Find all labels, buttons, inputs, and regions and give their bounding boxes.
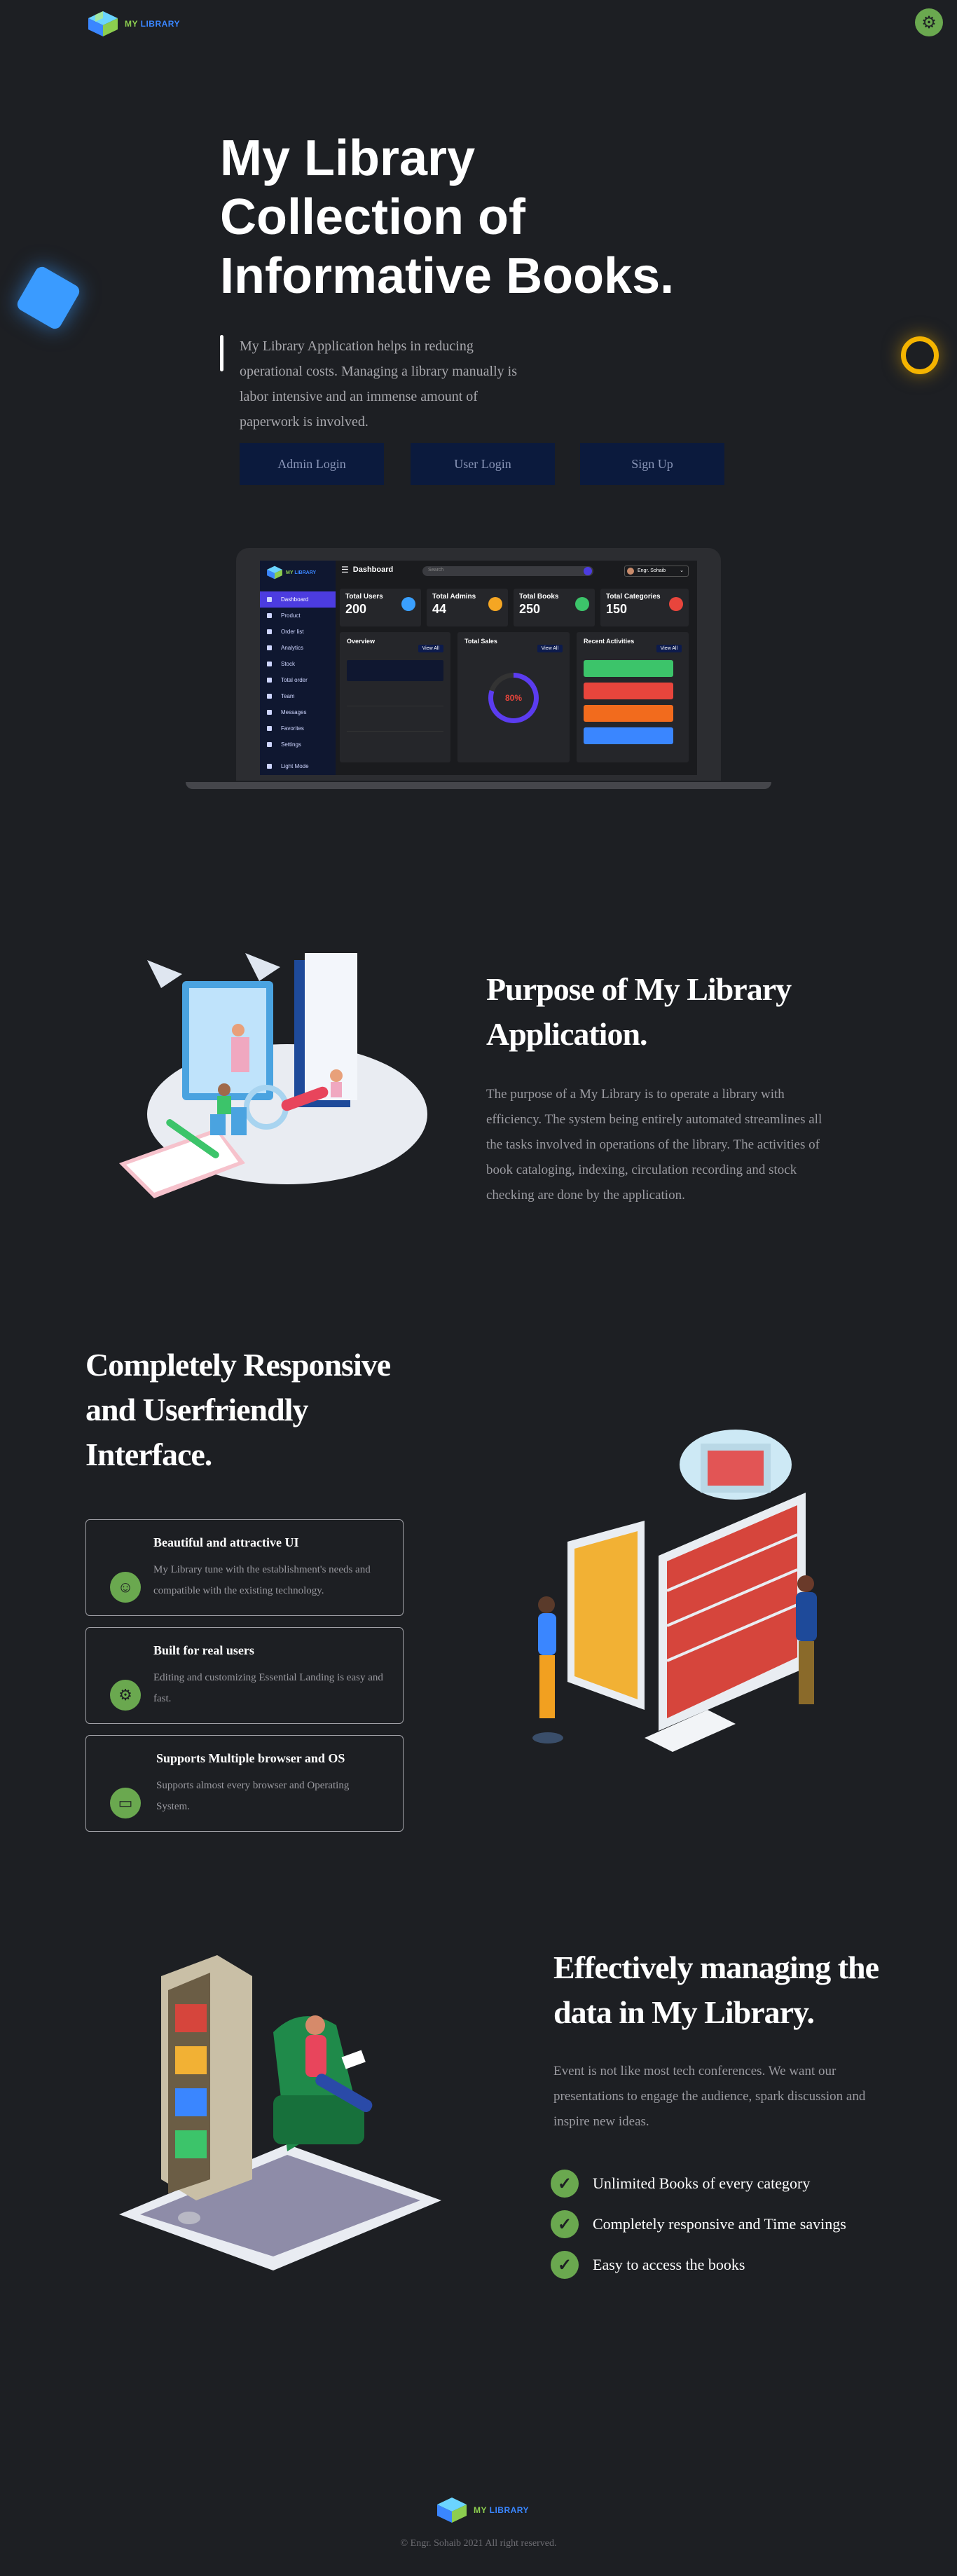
dashboard-user-chip[interactable]: Engr. Sohaib ⌄	[624, 566, 689, 577]
logo-cube-icon	[437, 2498, 467, 2523]
logo-cube-icon	[88, 11, 118, 36]
dashboard-user-name: Engr. Sohaib	[638, 568, 666, 573]
check-label: Completely responsive and Time savings	[593, 2215, 846, 2233]
hero-accent-bar	[220, 335, 223, 371]
dashboard-nav-favorites[interactable]: Favorites	[260, 720, 336, 737]
dashboard-nav-team[interactable]: Team	[260, 688, 336, 704]
reading-chair-illustration	[119, 1955, 441, 2270]
dashboard-logo-text: MY LIBRARY	[286, 570, 317, 575]
smile-icon: ☺	[110, 1572, 141, 1603]
menu-icon[interactable]: ☰	[341, 565, 349, 575]
digital-bookshelf-illustration	[532, 1430, 817, 1752]
footer-logo[interactable]: MY LIBRARY	[434, 2496, 529, 2524]
feature-card-multi-browser: ▭ Supports Multiple browser and OS Suppo…	[85, 1735, 404, 1832]
stat-card-admins: Total Admins 44	[427, 589, 508, 626]
books-icon	[575, 597, 589, 611]
check-item: ✓ Completely responsive and Time savings	[551, 2210, 846, 2238]
purpose-title: Purpose of My Library Application.	[486, 971, 792, 1052]
purpose-description: The purpose of a My Library is to operat…	[486, 1087, 822, 1203]
activity-item	[584, 705, 673, 722]
feature-title: Beautiful and attractive UI	[153, 1535, 299, 1549]
dashboard-title: Dashboard	[352, 566, 394, 574]
categories-icon	[669, 597, 683, 611]
search-placeholder: Search	[428, 568, 444, 573]
feature-card-beautiful-ui: ☺ Beautiful and attractive UI My Library…	[85, 1519, 404, 1616]
header-logo[interactable]: MY LIBRARY	[85, 10, 180, 38]
dashboard-nav-light-mode[interactable]: Light Mode	[260, 758, 336, 774]
feature-card-real-users: ⚙ Built for real users Editing and custo…	[85, 1627, 404, 1724]
avatar	[627, 568, 634, 575]
overview-view-all-button[interactable]: View All	[418, 645, 443, 652]
managing-description: Event is not like most tech conferences.…	[553, 2064, 866, 2129]
admin-login-button[interactable]: Admin Login	[240, 443, 384, 485]
search-icon	[584, 567, 592, 575]
footer-copyright: © Engr. Sohaib 2021 All right reserved.	[400, 2538, 557, 2549]
dashboard-nav-settings[interactable]: Settings	[260, 737, 336, 753]
feature-description: Supports almost every browser and Operat…	[156, 1780, 350, 1812]
logo-cube-icon	[267, 566, 282, 580]
check-icon: ✓	[551, 2170, 579, 2198]
admins-icon	[488, 597, 502, 611]
gear-icon: ⚙	[921, 13, 937, 32]
overview-panel: Overview View All	[340, 632, 450, 762]
dashboard-nav-product[interactable]: Product	[260, 608, 336, 624]
feature-title: Supports Multiple browser and OS	[156, 1751, 345, 1765]
managing-title: Effectively managing the data in My Libr…	[553, 1950, 879, 2030]
activity-item	[584, 683, 673, 699]
responsive-title: Completely Responsive and Userfriendly I…	[85, 1347, 391, 1472]
users-icon	[401, 597, 415, 611]
dashboard-nav-order-list[interactable]: Order list	[260, 624, 336, 640]
stat-card-users: Total Users 200	[340, 589, 421, 626]
total-sales-panel: Total Sales View All 80%	[457, 632, 570, 762]
dashboard-nav-stock[interactable]: Stock	[260, 656, 336, 672]
blue-diamond-decoration	[15, 264, 82, 331]
hero-description: My Library Application helps in reducing…	[240, 338, 518, 430]
stat-card-books: Total Books 250	[514, 589, 595, 626]
user-login-button[interactable]: User Login	[411, 443, 555, 485]
sales-donut-chart: 80%	[488, 673, 539, 723]
chevron-down-icon: ⌄	[680, 568, 684, 573]
check-label: Unlimited Books of every category	[593, 2174, 811, 2192]
activity-item	[584, 660, 673, 677]
gear-icon: ⚙	[110, 1680, 141, 1711]
library-illustration	[119, 953, 427, 1198]
stat-card-categories: Total Categories 150	[600, 589, 689, 626]
yellow-ring-decoration	[901, 336, 939, 374]
feature-description: My Library tune with the establishment's…	[153, 1564, 371, 1596]
footer-logo-text: MY LIBRARY	[474, 2505, 530, 2515]
sales-percent: 80%	[493, 678, 534, 718]
dashboard-laptop-mockup: MY LIBRARY Dashboard Product Order list …	[186, 548, 771, 793]
dashboard-screen: MY LIBRARY Dashboard Product Order list …	[260, 561, 697, 775]
dashboard-nav-total-order[interactable]: Total order	[260, 672, 336, 688]
settings-button[interactable]: ⚙	[915, 8, 943, 36]
dashboard-nav-dashboard[interactable]: Dashboard	[260, 591, 336, 608]
sales-view-all-button[interactable]: View All	[537, 645, 563, 652]
feature-title: Built for real users	[153, 1643, 254, 1657]
dashboard-nav-messages[interactable]: Messages	[260, 704, 336, 720]
activity-item	[584, 727, 673, 744]
check-icon: ✓	[551, 2251, 579, 2279]
monitor-icon: ▭	[110, 1788, 141, 1818]
check-item: ✓ Unlimited Books of every category	[551, 2170, 810, 2198]
logo-text: MY LIBRARY	[125, 19, 181, 29]
activities-view-all-button[interactable]: View All	[656, 645, 682, 652]
dashboard-sidebar: MY LIBRARY Dashboard Product Order list …	[260, 561, 336, 775]
dashboard-nav-analytics[interactable]: Analytics	[260, 640, 336, 656]
hero-title: My Library Collection of Informative Boo…	[220, 130, 675, 304]
sign-up-button[interactable]: Sign Up	[580, 443, 724, 485]
recent-activities-panel: Recent Activities View All	[577, 632, 689, 762]
check-item: ✓ Easy to access the books	[551, 2251, 745, 2279]
check-icon: ✓	[551, 2210, 579, 2238]
feature-description: Editing and customizing Essential Landin…	[153, 1672, 383, 1704]
check-label: Easy to access the books	[593, 2256, 745, 2273]
dashboard-search-input[interactable]: Search	[422, 566, 593, 576]
